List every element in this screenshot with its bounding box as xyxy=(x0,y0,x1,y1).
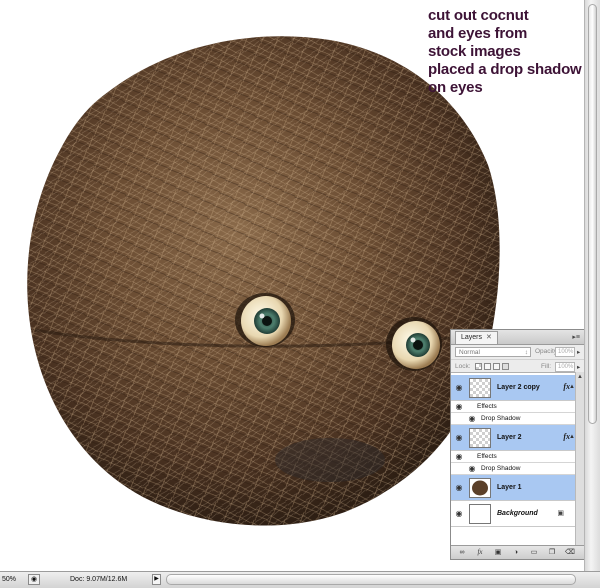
layer-name[interactable]: Layer 2 xyxy=(497,434,522,441)
layers-panel: Layers ✕ ▸≡ Normal ↕ Opacity: 100% ▸ Lock:… xyxy=(450,329,584,560)
layer-row-layer-2-copy[interactable]: ◉ Layer 2 copy fx ▲ xyxy=(451,375,576,401)
effect-label: Drop Shadow xyxy=(481,465,521,472)
layer-thumbnail xyxy=(469,378,491,398)
opacity-value: 100% xyxy=(558,349,574,355)
trash-icon[interactable]: ⌫ xyxy=(565,548,575,557)
fill-arrow-icon[interactable]: ▸ xyxy=(577,363,580,371)
lock-icon: ▣ xyxy=(557,510,564,517)
fx-icon[interactable]: fx xyxy=(475,548,485,557)
layer-thumbnail xyxy=(469,504,491,524)
eye-icon[interactable]: ◉ xyxy=(467,414,477,424)
effects-label: Effects xyxy=(477,403,497,410)
effect-row: ◉ Drop Shadow xyxy=(451,463,576,475)
coconut-thumb-icon xyxy=(472,480,488,496)
layer-name[interactable]: Layer 2 copy xyxy=(497,384,540,391)
tab-label: Layers xyxy=(461,334,483,341)
layer-name[interactable]: Layer 1 xyxy=(497,484,522,491)
opacity-arrow-icon[interactable]: ▸ xyxy=(577,348,580,356)
eye-icon[interactable]: ◉ xyxy=(454,433,464,443)
layer-name[interactable]: Background xyxy=(497,510,538,517)
lock-position-icon[interactable] xyxy=(493,363,500,370)
lock-pixels-icon[interactable] xyxy=(484,363,491,370)
eye-icon[interactable]: ◉ xyxy=(454,452,464,462)
lock-label: Lock: xyxy=(455,363,471,370)
panel-header: Layers ✕ ▸≡ xyxy=(451,330,584,345)
panel-menu-icon[interactable]: ▸≡ xyxy=(572,333,580,341)
opacity-input[interactable]: 100% xyxy=(555,347,575,357)
lock-all-icon[interactable] xyxy=(502,363,509,370)
effects-label: Effects xyxy=(477,453,497,460)
annotation-line: on eyes xyxy=(428,79,483,96)
eye-icon[interactable]: ◉ xyxy=(454,383,464,393)
blend-row: Normal ↕ Opacity: 100% ▸ xyxy=(451,345,584,360)
tab-layers[interactable]: Layers ✕ xyxy=(455,331,498,344)
close-icon[interactable]: ✕ xyxy=(486,334,492,341)
vertical-scrollbar[interactable] xyxy=(584,0,600,571)
layer-thumbnail xyxy=(469,428,491,448)
eye-icon[interactable]: ◉ xyxy=(467,464,477,474)
panel-footer: ∞ fx ▣ ◑ ▭ ❐ ⌫ xyxy=(451,545,584,559)
document-info: Doc: 9.07M/12.6M xyxy=(70,576,128,583)
group-icon[interactable]: ▭ xyxy=(529,548,539,557)
scroll-up-icon[interactable]: ▲ xyxy=(577,374,583,380)
eye-icon[interactable]: ◉ xyxy=(454,402,464,412)
status-menu-arrow-icon[interactable]: ▶ xyxy=(152,574,161,585)
eye-icon[interactable]: ◉ xyxy=(454,483,464,493)
annotation-text: cut out cocnut and eyes from stock image… xyxy=(428,7,584,97)
chevron-down-icon: ↕ xyxy=(524,349,528,356)
status-bar: 50% ◉ Doc: 9.07M/12.6M ▶ xyxy=(0,571,600,588)
layer-row-background[interactable]: ◉ Background ▣ xyxy=(451,501,576,527)
annotation-line: placed a drop shadow xyxy=(428,61,582,78)
adjustment-icon[interactable]: ◑ xyxy=(511,548,521,557)
effect-label: Drop Shadow xyxy=(481,415,521,422)
blend-mode-value: Normal xyxy=(459,349,480,356)
new-layer-icon[interactable]: ❐ xyxy=(547,548,557,557)
fill-input[interactable]: 100% xyxy=(555,362,575,372)
layer-list-scrollbar[interactable]: ▲ xyxy=(575,372,584,547)
annotation-line: cut out cocnut xyxy=(428,7,529,24)
status-icon[interactable]: ◉ xyxy=(28,574,40,585)
lock-transparency-icon[interactable] xyxy=(475,363,482,370)
annotation-line: stock images xyxy=(428,43,521,60)
eye-icon[interactable]: ◉ xyxy=(454,509,464,519)
horizontal-scrollbar[interactable] xyxy=(166,574,576,585)
document-canvas[interactable]: cut out cocnut and eyes from stock image… xyxy=(0,0,584,571)
effects-row: ◉ Effects xyxy=(451,401,576,413)
layer-thumbnail xyxy=(469,478,491,498)
blend-mode-select[interactable]: Normal ↕ xyxy=(455,347,531,357)
layer-row-layer-1[interactable]: ◉ Layer 1 xyxy=(451,475,576,501)
fill-label: Fill: xyxy=(541,363,552,370)
vertical-scroll-thumb[interactable] xyxy=(588,4,597,424)
layer-row-layer-2[interactable]: ◉ Layer 2 fx ▲ xyxy=(451,425,576,451)
layer-list: ◉ Layer 2 copy fx ▲ ◉ Effects ◉ Drop Sha… xyxy=(451,372,576,548)
zoom-level[interactable]: 50% xyxy=(2,575,24,585)
mask-icon[interactable]: ▣ xyxy=(493,548,503,557)
annotation-line: and eyes from xyxy=(428,25,528,42)
effect-row: ◉ Drop Shadow xyxy=(451,413,576,425)
fill-value: 100% xyxy=(558,364,574,370)
link-icon[interactable]: ∞ xyxy=(457,548,467,557)
effects-row: ◉ Effects xyxy=(451,451,576,463)
